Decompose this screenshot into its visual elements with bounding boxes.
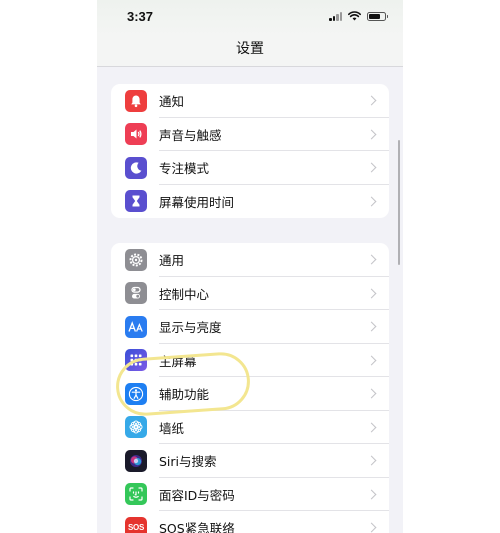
- settings-row-general[interactable]: 通用: [111, 243, 389, 277]
- scrollbar[interactable]: [397, 140, 400, 265]
- settings-row-focus[interactable]: 专注模式: [111, 151, 389, 185]
- settings-row-label: 屏幕使用时间: [159, 194, 235, 210]
- settings-group-1: 通知 声音与触感 专注模式 屏幕使用时间: [111, 84, 389, 218]
- chevron-right-icon: [366, 95, 377, 106]
- chevron-right-icon: [366, 388, 377, 399]
- moon-icon: [125, 156, 147, 179]
- settings-row-label: 墙纸: [159, 420, 185, 436]
- settings-row-notifications[interactable]: 通知: [111, 84, 389, 118]
- wifi-icon: [348, 11, 361, 21]
- bell-icon: [125, 89, 147, 112]
- settings-row-control-center[interactable]: 控制中心: [111, 277, 389, 310]
- battery-icon: [367, 11, 388, 21]
- chevron-right-icon: [366, 162, 377, 173]
- settings-row-label: 通知: [159, 94, 185, 110]
- chevron-right-icon: [366, 422, 377, 433]
- settings-row-screen-time[interactable]: 屏幕使用时间: [111, 185, 389, 219]
- settings-row-display-brightness[interactable]: 显示与亮度: [111, 310, 389, 344]
- page-title: 设置: [236, 41, 264, 57]
- hourglass-icon: [125, 190, 147, 213]
- nav-divider: [97, 66, 403, 67]
- flower-icon: [125, 416, 147, 439]
- nav-bar: 设置: [97, 36, 403, 66]
- settings-screen: 3:37 设置 通知 声音与触感 专注模式 屏幕使用时间 通用 控制中心 显示与…: [97, 0, 403, 533]
- highlight-annotation: [114, 350, 252, 418]
- settings-row-label: 声音与触感: [159, 127, 222, 143]
- status-time: 3:37: [127, 9, 154, 24]
- chevron-right-icon: [366, 288, 377, 299]
- speaker-icon: [125, 123, 147, 146]
- settings-row-label: SOS紧急联络: [159, 521, 235, 533]
- settings-row-label: Siri与搜索: [159, 454, 217, 470]
- settings-row-label: 通用: [159, 253, 185, 269]
- chevron-right-icon: [366, 455, 377, 466]
- chevron-right-icon: [366, 522, 377, 533]
- sos-icon: SOS: [125, 516, 147, 533]
- chevron-right-icon: [366, 489, 377, 500]
- siri-icon: [125, 449, 147, 472]
- chevron-right-icon: [366, 355, 377, 366]
- status-icons: [329, 11, 388, 21]
- text-size-icon: [125, 315, 147, 338]
- toggles-icon: [125, 282, 147, 305]
- gear-icon: [125, 248, 147, 271]
- chevron-right-icon: [366, 254, 377, 265]
- settings-row-face-id[interactable]: 面容ID与密码: [111, 478, 389, 511]
- settings-row-sounds[interactable]: 声音与触感: [111, 118, 389, 151]
- chevron-right-icon: [366, 196, 377, 207]
- cellular-signal-icon: [329, 11, 342, 21]
- chevron-right-icon: [366, 129, 377, 140]
- settings-row-label: 面容ID与密码: [159, 487, 235, 503]
- settings-row-siri-search[interactable]: Siri与搜索: [111, 444, 389, 478]
- status-bar: 3:37: [97, 0, 403, 36]
- settings-row-emergency-sos[interactable]: SOS SOS紧急联络: [111, 511, 389, 533]
- chevron-right-icon: [366, 321, 377, 332]
- face-id-icon: [125, 483, 147, 506]
- settings-row-label: 专注模式: [159, 161, 210, 177]
- settings-row-label: 显示与亮度: [159, 320, 222, 336]
- settings-row-wallpaper[interactable]: 墙纸: [111, 411, 389, 444]
- settings-row-label: 控制中心: [159, 286, 210, 302]
